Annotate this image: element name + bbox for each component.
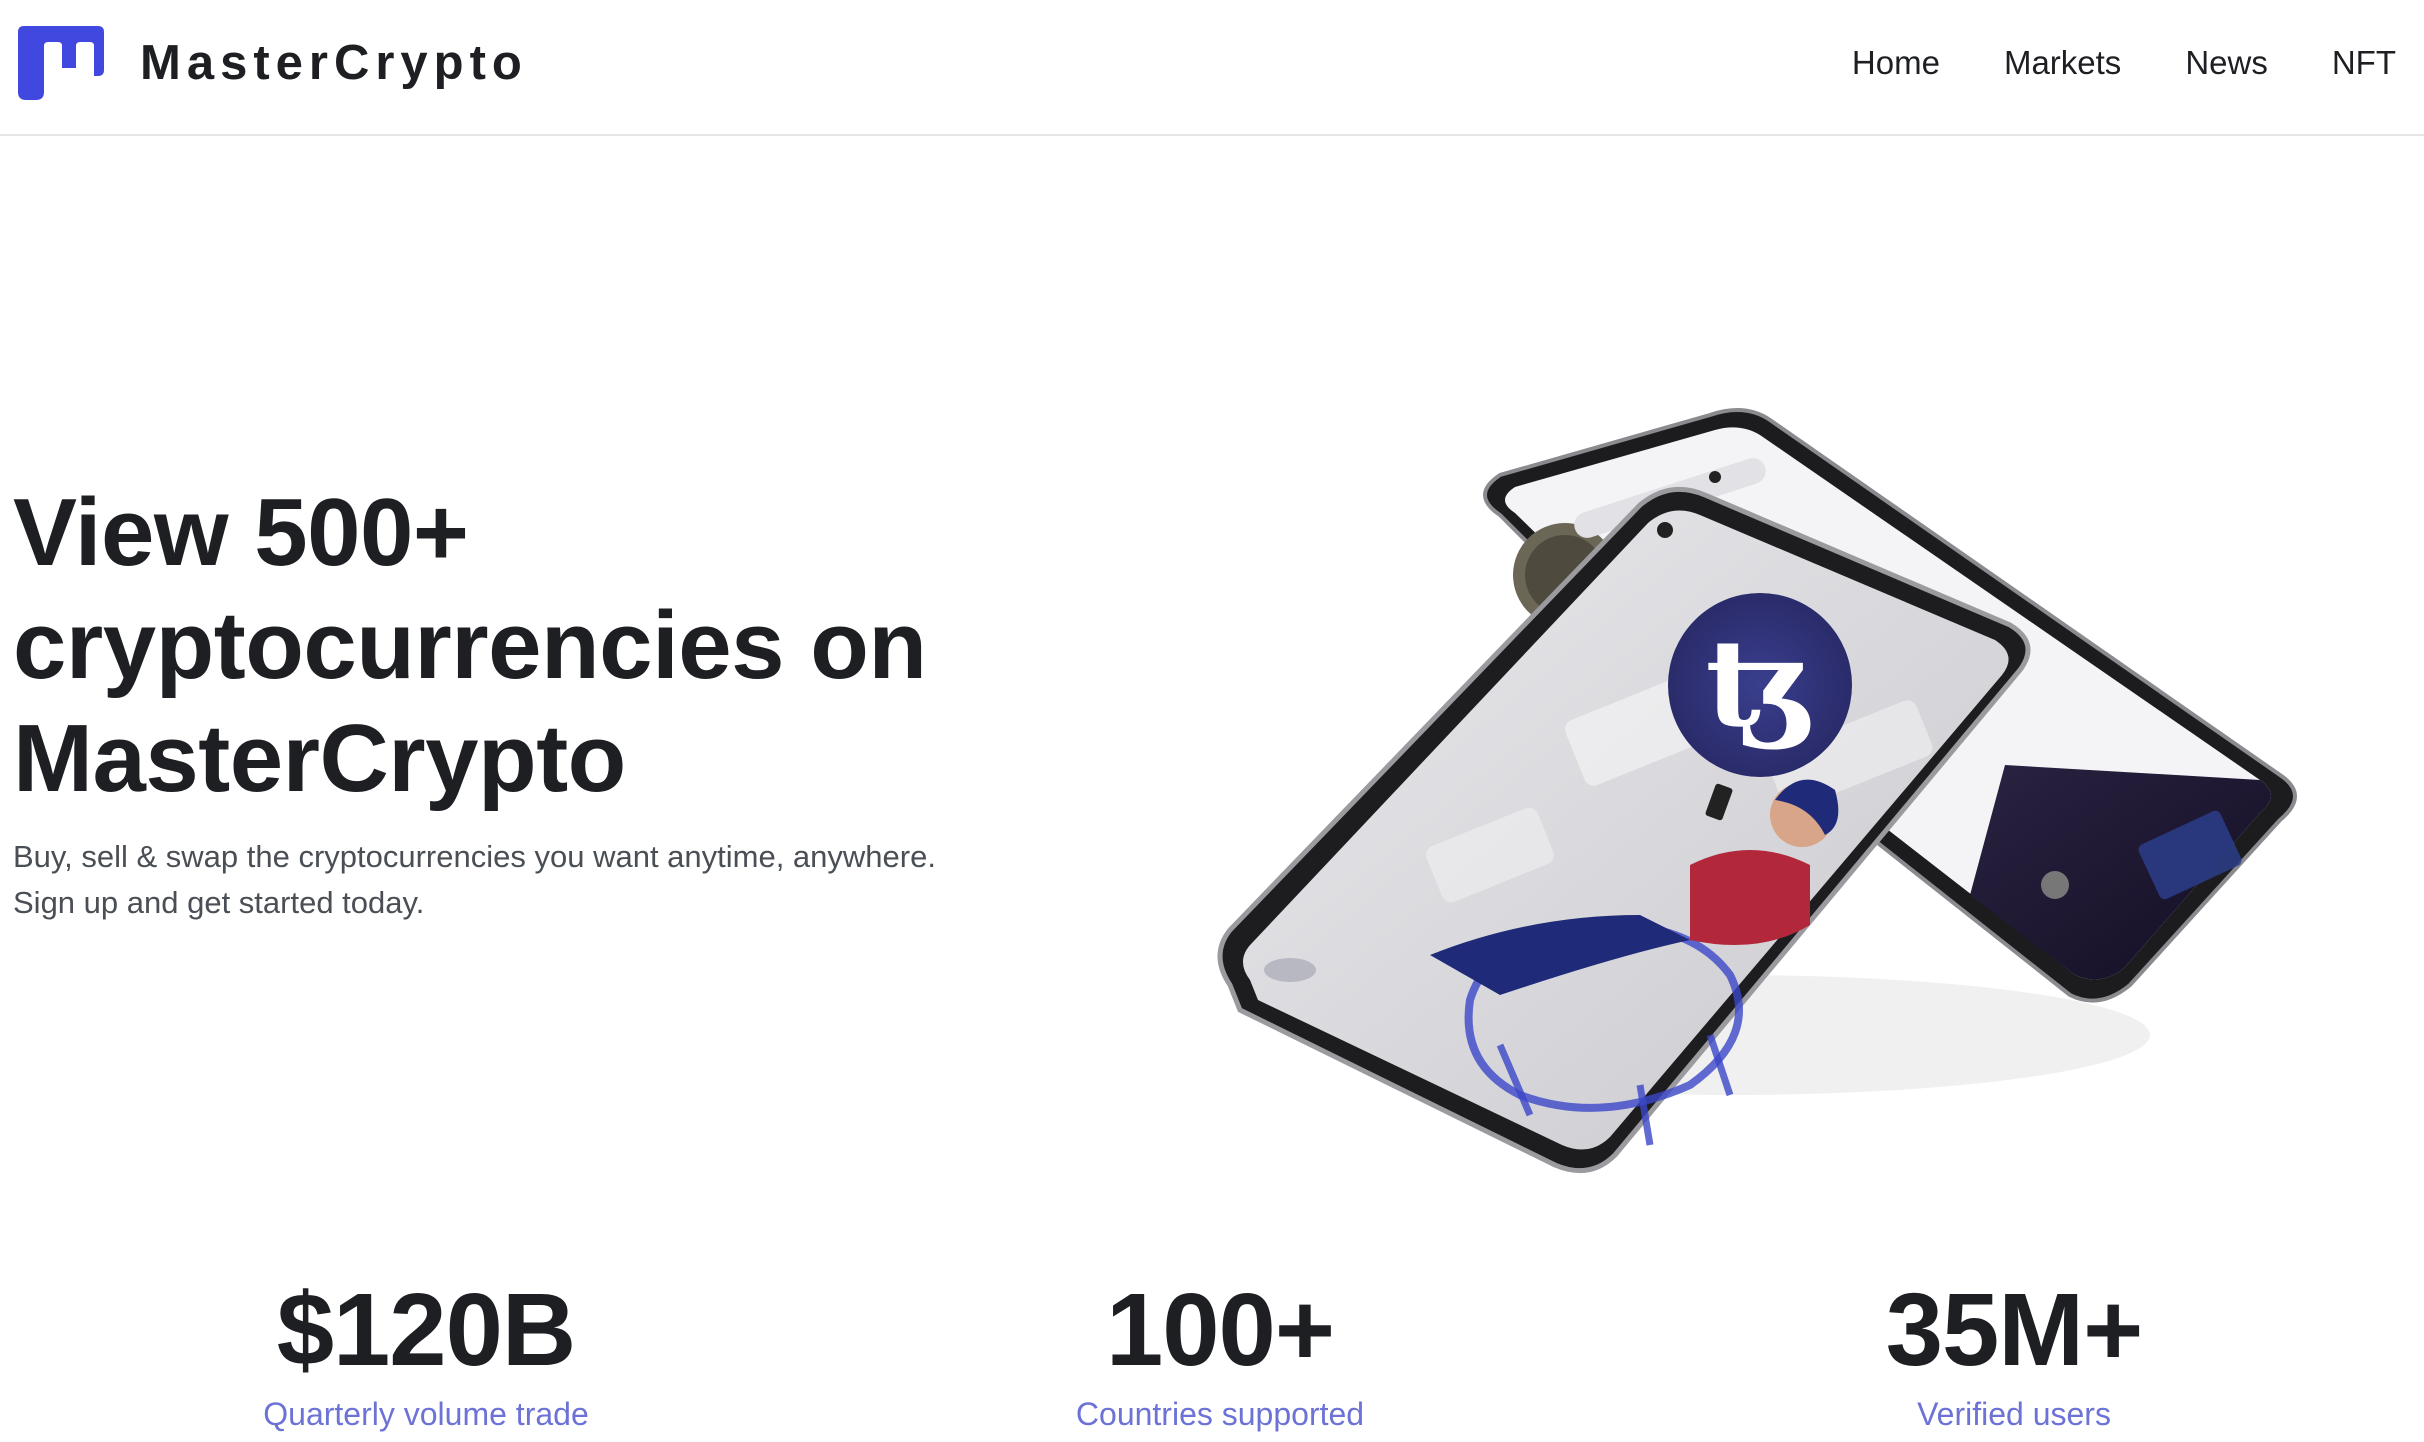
hero-title: View 500+ cryptocurrencies on MasterCryp… [13,476,953,815]
hero-subtitle-line: Sign up and get started today. [13,885,425,920]
hero-phone-mockup-image: ꜩ [1170,395,2300,1195]
stat-value: 100+ [1105,1272,1335,1387]
stat-item: 100+ Countries supported [920,1270,1520,1434]
stat-label: Countries supported [1075,1396,1365,1432]
stat-item: $120B Quarterly volume trade [126,1270,726,1434]
stats-section: $120B Quarterly volume trade 100+ Countr… [0,1270,2424,1442]
hero-title-line: View 500+ [13,479,469,586]
nav-news-link[interactable]: News [2185,44,2268,82]
hero-subtitle: Buy, sell & swap the cryptocurrencies yo… [13,834,1013,926]
hero-title-line: MasterCrypto [13,705,626,812]
svg-text:ꜩ: ꜩ [1705,613,1814,754]
stat-item: 35M+ Verified users [1714,1270,2314,1434]
nav-markets-link[interactable]: Markets [2004,44,2121,82]
nav-nft-link[interactable]: NFT [2332,44,2396,82]
tezos-phone-mockup-icon: ꜩ [1217,408,2297,1174]
stat-value: $120B [276,1272,577,1387]
nav-home-link[interactable]: Home [1852,44,1940,82]
stat-value: 35M+ [1885,1272,2144,1387]
stat-label: Verified users [1917,1396,2111,1432]
main-nav: Home Markets News NFT [1788,0,2396,126]
brand-name: MasterCrypto [140,36,528,90]
top-navbar: MasterCrypto Home Markets News NFT [0,0,2424,136]
mastercrypto-logo-icon [18,26,104,100]
stat-label: Quarterly volume trade [263,1396,589,1432]
brand-link[interactable]: MasterCrypto [18,26,528,100]
hero-subtitle-line: Buy, sell & swap the cryptocurrencies yo… [13,839,936,874]
hero-title-line: cryptocurrencies on [13,592,927,699]
